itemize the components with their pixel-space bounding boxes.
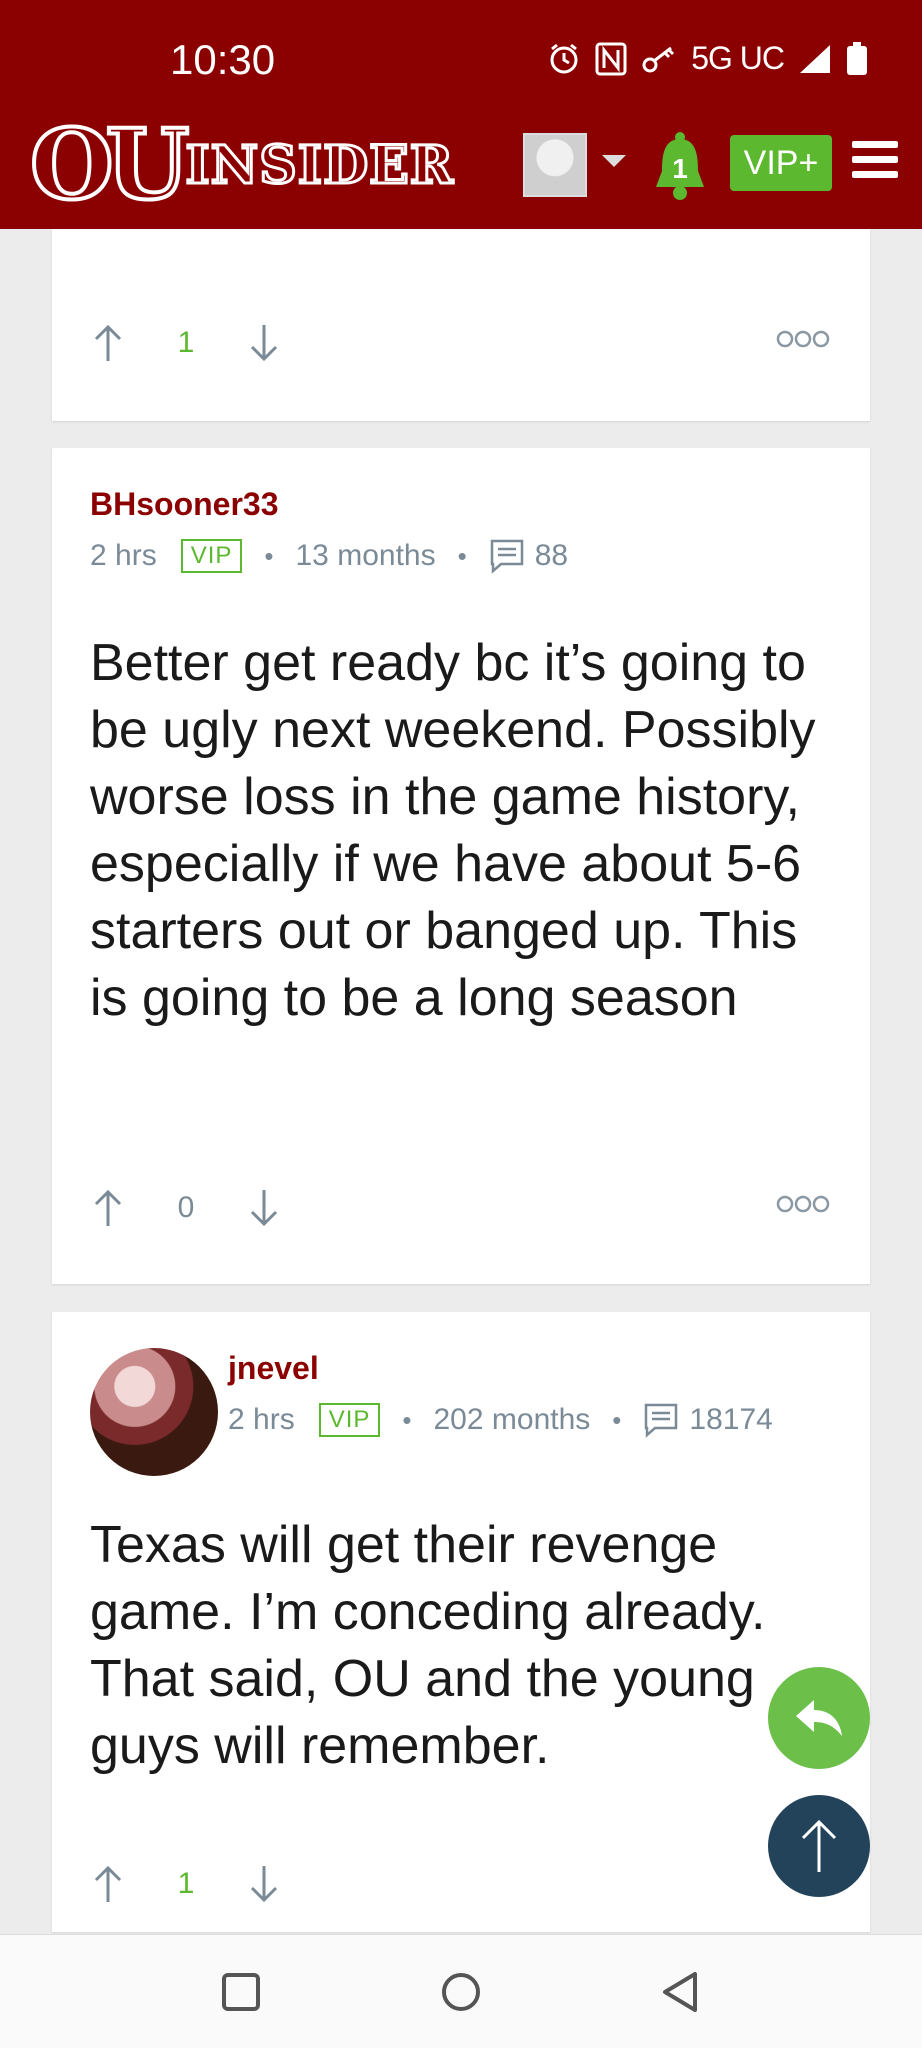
vote-count: 1 xyxy=(177,326,195,359)
alarm-icon xyxy=(547,42,581,76)
notifications-button[interactable]: 1 xyxy=(650,131,710,201)
member-tenure: 202 months xyxy=(433,1403,591,1436)
logo-ou-text: OU xyxy=(28,108,191,221)
vip-badge: VIP xyxy=(318,1403,381,1437)
notification-count: 1 xyxy=(672,153,688,184)
back-button[interactable] xyxy=(656,1967,706,2017)
battery-icon xyxy=(846,41,868,76)
square-icon xyxy=(222,1973,260,2011)
arrow-up-icon xyxy=(801,1819,837,1872)
user-avatar[interactable] xyxy=(523,133,587,197)
post-count: 88 xyxy=(534,539,569,572)
more-dots-icon[interactable] xyxy=(776,1194,830,1214)
network-label: 5G UC xyxy=(691,40,785,76)
vote-controls: 1 xyxy=(90,1862,282,1906)
vote-controls: 0 xyxy=(90,1186,282,1230)
post-card: 1 xyxy=(52,229,870,421)
reply-icon xyxy=(796,1700,842,1736)
hamburger-menu-icon[interactable] xyxy=(852,141,898,181)
vote-count: 1 xyxy=(177,1867,195,1900)
site-navbar: OU INSIDER 1 VIP+ xyxy=(0,115,922,229)
vip-badge: VIP xyxy=(180,539,243,573)
post-card: BHsooner33 2 hrs VIP • 13 months • 88 Be… xyxy=(52,448,870,1284)
circle-icon xyxy=(442,1973,480,2011)
author-avatar[interactable] xyxy=(90,1348,218,1476)
post-body: Texas will get their revenge game. I’m c… xyxy=(90,1516,766,1775)
vpn-key-icon xyxy=(641,44,677,74)
post-time: 2 hrs xyxy=(90,539,157,572)
message-icon xyxy=(643,1402,679,1438)
status-icons: 5G UC xyxy=(547,40,868,77)
chevron-down-icon[interactable] xyxy=(602,155,626,167)
logo-insider-text: INSIDER xyxy=(184,133,455,197)
nfc-icon xyxy=(595,42,627,76)
upvote-arrow-icon[interactable] xyxy=(90,1862,126,1906)
status-bar: 10:30 5G UC xyxy=(0,0,922,115)
system-nav-bar xyxy=(0,1934,922,2048)
meta-separator: • xyxy=(457,540,467,571)
post-author[interactable]: jnevel xyxy=(228,1350,319,1387)
recent-apps-button[interactable] xyxy=(216,1967,266,2017)
post-body: Better get ready bc it’s going to be ugl… xyxy=(90,634,816,1027)
post-time: 2 hrs xyxy=(228,1403,295,1436)
scroll-to-top-button[interactable] xyxy=(768,1795,870,1897)
downvote-arrow-icon[interactable] xyxy=(246,1862,282,1906)
post-author[interactable]: BHsooner33 xyxy=(90,486,279,523)
downvote-arrow-icon[interactable] xyxy=(246,1186,282,1230)
site-logo[interactable]: OU INSIDER xyxy=(28,108,455,221)
upvote-arrow-icon[interactable] xyxy=(90,1186,126,1230)
post-meta: 2 hrs VIP • 202 months • 18174 xyxy=(228,1402,773,1438)
meta-separator: • xyxy=(402,1404,412,1435)
vote-controls: 1 xyxy=(90,321,282,365)
status-time: 10:30 xyxy=(170,36,276,83)
app-header: 10:30 5G UC OU INSIDER 1 VIP+ xyxy=(0,0,922,229)
meta-separator: • xyxy=(264,540,274,571)
message-icon xyxy=(489,538,525,574)
vote-count: 0 xyxy=(177,1191,195,1224)
vip-plus-button[interactable]: VIP+ xyxy=(730,135,832,191)
post-card: jnevel 2 hrs VIP • 202 months • 18174 Te… xyxy=(52,1312,870,1932)
downvote-arrow-icon[interactable] xyxy=(246,321,282,365)
more-dots-icon[interactable] xyxy=(776,329,830,349)
meta-separator: • xyxy=(612,1404,622,1435)
back-triangle-icon xyxy=(663,1972,697,2012)
reply-button[interactable] xyxy=(768,1667,870,1769)
member-tenure: 13 months xyxy=(295,539,436,572)
signal-icon xyxy=(798,43,832,75)
home-button[interactable] xyxy=(436,1967,486,2017)
upvote-arrow-icon[interactable] xyxy=(90,321,126,365)
post-meta: 2 hrs VIP • 13 months • 88 xyxy=(90,538,568,574)
post-count: 18174 xyxy=(689,1403,773,1436)
